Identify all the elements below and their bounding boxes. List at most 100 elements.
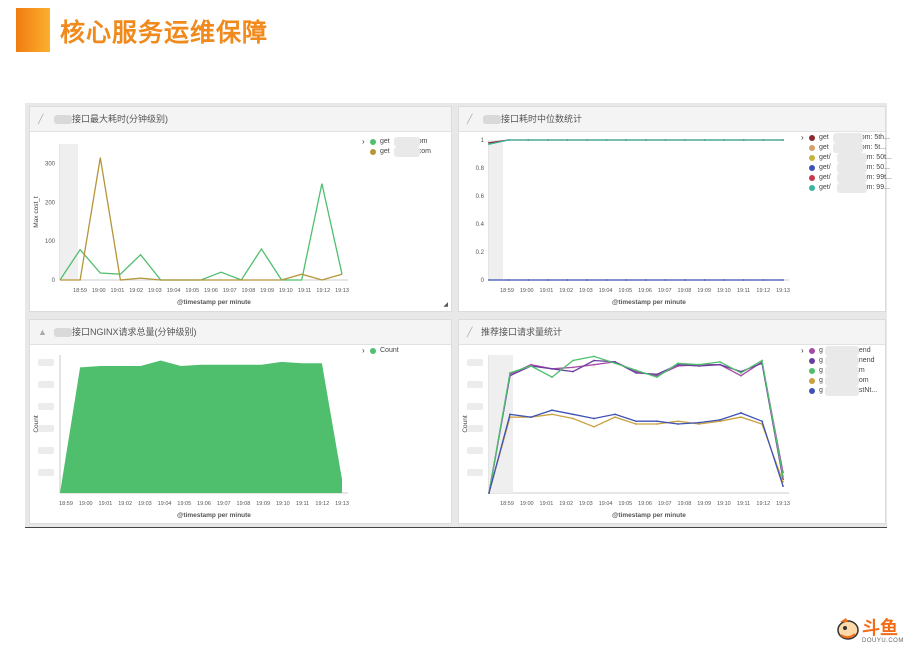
line-chart-icon: ╱ bbox=[467, 327, 473, 337]
legend-item[interactable]: get om bbox=[364, 137, 431, 147]
x-tick-label: 19:11 bbox=[296, 501, 309, 507]
x-tick-label: 18:59 bbox=[500, 501, 514, 507]
y-tick-label: 0 bbox=[481, 278, 485, 284]
x-tick-label: 19:01 bbox=[540, 288, 554, 294]
panel-max-cost: ╱ 接口最大耗时(分钟级别) 0 100 200 300 Max cost_t 18:59… bbox=[29, 106, 452, 312]
data-point bbox=[527, 279, 530, 281]
x-tick-label: 19:12 bbox=[756, 288, 770, 294]
x-tick-label: 19:05 bbox=[185, 288, 199, 294]
legend-label-start: get/ bbox=[819, 164, 831, 171]
data-point bbox=[488, 143, 490, 146]
legend-label-end: nend bbox=[858, 357, 875, 364]
x-axis-label: @timestamp per minute bbox=[177, 299, 251, 306]
legend-swatch bbox=[809, 145, 815, 151]
legend-item[interactable]: get/om: 50t... bbox=[803, 153, 892, 163]
legend-item[interactable]: get/om: 99t... bbox=[803, 173, 892, 183]
legend-swatch bbox=[809, 155, 815, 161]
x-tick-label: 19:03 bbox=[138, 501, 152, 507]
data-point bbox=[625, 279, 628, 281]
x-tick-label: 19:12 bbox=[756, 501, 770, 507]
line-chart-icon: ╱ bbox=[38, 114, 44, 124]
x-tick-label: 19:00 bbox=[79, 501, 93, 507]
data-point bbox=[566, 139, 569, 141]
x-tick-label: 19:12 bbox=[316, 288, 330, 294]
x-tick-label: 19:02 bbox=[559, 288, 573, 294]
data-point bbox=[488, 279, 490, 281]
x-axis-label: @timestamp per minute bbox=[612, 512, 686, 519]
data-point bbox=[719, 361, 721, 363]
legend-label-end: om bbox=[858, 377, 869, 384]
data-point bbox=[740, 416, 742, 418]
data-point bbox=[644, 139, 647, 141]
legend-item[interactable]: g end bbox=[803, 346, 877, 356]
data-point bbox=[593, 355, 595, 358]
data-point bbox=[572, 417, 574, 420]
y-tick-label: 0.2 bbox=[476, 250, 485, 256]
x-tick-label: 19:13 bbox=[335, 501, 349, 507]
data-point bbox=[635, 372, 637, 374]
legend-item[interactable]: g om bbox=[803, 376, 877, 386]
data-point bbox=[566, 279, 569, 281]
x-tick-label: 19:05 bbox=[618, 288, 632, 294]
legend-swatch bbox=[809, 388, 815, 394]
x-tick-label: 19:12 bbox=[315, 501, 329, 507]
legend-label-end: om: 5th... bbox=[860, 134, 890, 141]
x-tick-label: 19:01 bbox=[111, 288, 125, 294]
legend-item[interactable]: g stNt... bbox=[803, 386, 877, 396]
legend-label-start: get/ bbox=[819, 174, 831, 181]
data-point bbox=[656, 423, 658, 425]
data-point bbox=[605, 279, 608, 281]
data-point bbox=[762, 139, 765, 141]
x-tick-label: 19:06 bbox=[638, 501, 652, 507]
redacted-block bbox=[837, 173, 867, 183]
x-tick-label: 19:05 bbox=[618, 501, 632, 507]
x-axis-label: @timestamp per minute bbox=[177, 512, 251, 519]
legend-item[interactable]: get/om: 50... bbox=[803, 163, 892, 173]
data-point bbox=[742, 279, 745, 281]
legend-swatch bbox=[809, 378, 815, 384]
resize-handle[interactable]: ◢ bbox=[443, 301, 448, 308]
brand-domain: DOUYU.COM bbox=[862, 638, 904, 644]
legend-item[interactable]: g nend bbox=[803, 356, 877, 366]
data-point bbox=[664, 279, 667, 281]
legend-swatch bbox=[370, 348, 376, 354]
redacted-tick bbox=[38, 381, 54, 388]
legend-item[interactable]: gm bbox=[803, 366, 877, 376]
x-axis-label: @timestamp per minute bbox=[612, 299, 686, 306]
panel-title: 接口NGINX请求总量(分钟级别) bbox=[72, 327, 197, 337]
data-point bbox=[572, 413, 574, 416]
x-tick-label: 19:07 bbox=[658, 501, 672, 507]
redacted-block bbox=[394, 147, 420, 157]
x-tick-label: 19:07 bbox=[223, 288, 237, 294]
x-tick-label: 19:10 bbox=[276, 501, 290, 507]
data-point bbox=[762, 279, 765, 281]
data-point bbox=[605, 139, 608, 141]
x-tick-label: 19:03 bbox=[579, 501, 593, 507]
x-tick-label: 19:04 bbox=[599, 288, 613, 294]
redacted-block bbox=[54, 115, 72, 124]
legend-item[interactable]: Count bbox=[364, 346, 399, 356]
x-tick-label: 19:00 bbox=[520, 288, 534, 294]
data-point bbox=[593, 417, 595, 420]
legend-item[interactable]: get/om: 99... bbox=[803, 183, 892, 193]
redacted-block bbox=[837, 163, 867, 173]
douyu-logo: 斗鱼 DOUYU.COM bbox=[836, 614, 906, 650]
legend-label-start: g bbox=[819, 387, 823, 394]
legend-item[interactable]: get om: 5th... bbox=[803, 133, 892, 143]
legend-label-end: om: 50t... bbox=[862, 154, 892, 161]
legend-item[interactable]: get om: 5t... bbox=[803, 143, 892, 153]
x-tick-label: 19:10 bbox=[279, 288, 293, 294]
data-point bbox=[656, 376, 658, 378]
x-tick-label: 19:01 bbox=[99, 501, 113, 507]
data-point bbox=[614, 362, 616, 365]
data-point bbox=[614, 416, 616, 418]
x-tick-label: 19:10 bbox=[717, 501, 731, 507]
data-point bbox=[656, 420, 658, 423]
data-point bbox=[546, 279, 549, 281]
legend-item[interactable]: get com bbox=[364, 147, 431, 157]
line-series bbox=[488, 360, 784, 494]
data-point bbox=[509, 413, 511, 416]
data-point bbox=[635, 369, 637, 372]
legend-swatch bbox=[809, 165, 815, 171]
panel-header: ▲ 接口NGINX请求总量(分钟级别) bbox=[30, 320, 451, 345]
